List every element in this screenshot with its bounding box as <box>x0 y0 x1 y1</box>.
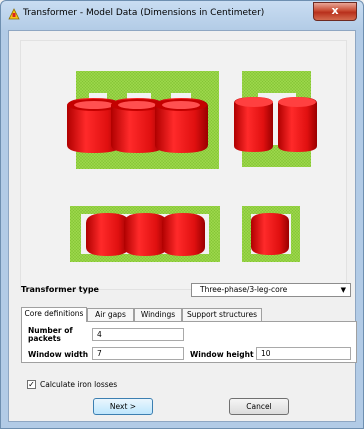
core-side-view <box>234 71 317 167</box>
next-button[interactable]: Next > <box>93 398 153 415</box>
transformer-type-label: Transformer type <box>21 285 99 294</box>
tab-air-gaps[interactable]: Air gaps <box>87 308 134 321</box>
core-top-view <box>70 206 220 262</box>
window-width-label: Window width <box>28 350 89 359</box>
window-width-input[interactable]: 7 <box>92 347 184 360</box>
tab-core-definitions[interactable]: Core definitions <box>21 307 87 322</box>
tab-windings[interactable]: Windings <box>134 308 182 321</box>
window-height-label: Window height <box>190 350 254 359</box>
cancel-button[interactable]: Cancel <box>229 398 289 415</box>
close-button[interactable]: x <box>313 2 357 21</box>
core-definitions-panel: Number of packets 4 Window width 7 Windo… <box>21 321 357 363</box>
tab-support-structures[interactable]: Support structures <box>182 308 262 321</box>
packets-label: Number of packets <box>28 326 73 343</box>
dialog-body: Transformer type Three-phase/3-leg-core … <box>8 30 357 422</box>
transformer-type-select[interactable]: Three-phase/3-leg-core ▼ <box>191 283 351 297</box>
dropdown-arrow-icon[interactable]: ▼ <box>341 284 346 296</box>
title-bar[interactable]: Transformer - Model Data (Dimensions in … <box>1 1 363 25</box>
packets-input[interactable]: 4 <box>92 328 184 341</box>
transformer-3d-view <box>67 71 317 262</box>
calculate-iron-losses-label[interactable]: Calculate iron losses <box>40 380 117 389</box>
core-front-view <box>67 71 219 169</box>
window-title: Transformer - Model Data (Dimensions in … <box>23 8 265 18</box>
transformer-type-value: Three-phase/3-leg-core <box>200 285 288 294</box>
transformer-app-icon <box>8 8 20 20</box>
model-preview <box>20 40 347 290</box>
window-height-input[interactable]: 10 <box>256 347 351 360</box>
dialog-window: Transformer - Model Data (Dimensions in … <box>0 0 364 429</box>
core-end-view <box>242 206 300 262</box>
calculate-iron-losses-checkbox[interactable]: ✓ <box>27 380 36 389</box>
